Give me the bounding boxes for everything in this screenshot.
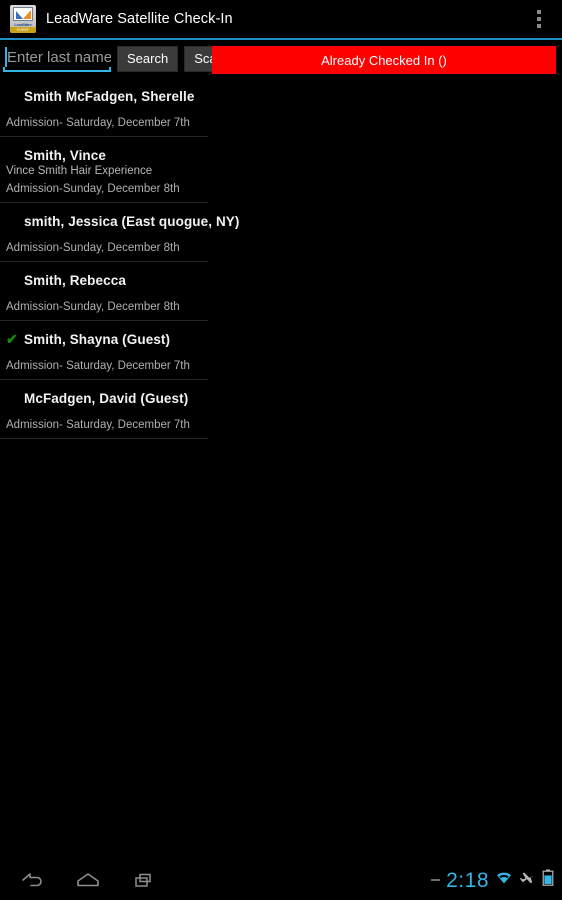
checked-in-icon-placeholder: ✔ (6, 273, 24, 287)
attendee-list-item[interactable]: ✔ Smith, Shayna (Guest) Admission- Saturda… (0, 321, 208, 380)
attendee-name: Smith, Vince (24, 147, 106, 163)
attendee-admission: Admission- Saturday, December 7th (6, 117, 190, 129)
android-system-bar: 2:18 (0, 860, 562, 900)
home-icon[interactable] (60, 860, 116, 900)
input-underline-right-tick (109, 67, 111, 72)
text-caret (5, 47, 7, 67)
attendee-list-item[interactable]: ✔Smith, VinceVince Smith Hair Experience… (0, 137, 208, 203)
search-button[interactable]: Search (117, 46, 179, 72)
app-title-bar: LeadWare EVENT SOFTWARE LeadWare Satelli… (0, 0, 562, 38)
attendee-admission: Admission- Saturday, December 7th (6, 419, 190, 431)
attendee-company: Vince Smith Hair Experience (6, 165, 153, 177)
overflow-menu-icon[interactable] (516, 0, 562, 38)
battery-icon (542, 869, 554, 891)
overflow-dot (537, 24, 541, 28)
status-clock: 2:18 (446, 868, 489, 892)
no-signal-icon (431, 879, 441, 881)
attendee-list: ✔Smith McFadgen, SherelleAdmission- Satu… (0, 78, 239, 439)
checked-in-icon: ✔ (6, 331, 18, 347)
already-checked-in-button[interactable]: Already Checked In () (212, 46, 556, 74)
status-icons: 2:18 (431, 860, 554, 900)
attendee-admission: Admission-Sunday, December 8th (6, 242, 180, 254)
attendee-list-item[interactable]: ✔smith, Jessica (East quogue, NY) Admissi… (0, 203, 239, 262)
search-input-wrapper[interactable] (3, 44, 111, 74)
overflow-dot (537, 10, 541, 14)
back-arrow-icon[interactable] (4, 860, 60, 900)
attendee-header: ✔smith, Jessica (East quogue, NY) (0, 212, 239, 230)
attendee-header: ✔McFadgen, David (Guest) (0, 389, 208, 407)
attendee-name: Smith, Shayna (Guest) (24, 331, 171, 347)
attendee-name: Smith McFadgen, Sherelle (24, 88, 195, 104)
checked-in-icon-placeholder: ✔ (6, 214, 24, 228)
attendee-admission: Admission-Sunday, December 8th (6, 301, 180, 313)
attendee-header: ✔ Smith, Shayna (Guest) (0, 330, 208, 348)
attendee-list-item[interactable]: ✔Smith, Rebecca Admission-Sunday, Decembe… (0, 262, 208, 321)
attendee-admission: Admission- Saturday, December 7th (6, 360, 190, 372)
attendee-header: ✔Smith, Vince (0, 146, 208, 164)
search-input[interactable] (3, 44, 111, 70)
checked-in-icon-placeholder: ✔ (6, 148, 24, 162)
attendee-list-item[interactable]: ✔McFadgen, David (Guest) Admission- Satur… (0, 380, 208, 439)
logo-ribbon-text: EVENT SOFTWARE (10, 27, 36, 33)
attendee-name: McFadgen, David (Guest) (24, 390, 189, 406)
app-title: LeadWare Satellite Check-In (46, 11, 233, 27)
attendee-name: Smith, Rebecca (24, 272, 126, 288)
checked-in-icon-placeholder: ✔ (6, 391, 24, 405)
app-logo-icon: LeadWare EVENT SOFTWARE (10, 5, 36, 33)
attendee-name: smith, Jessica (East quogue, NY) (24, 213, 240, 229)
input-underline-left-tick (3, 67, 5, 72)
attendee-list-item[interactable]: ✔Smith McFadgen, Sherelle Admission- Satu… (0, 78, 208, 137)
airplane-mode-icon (519, 870, 536, 891)
wifi-icon (495, 870, 513, 891)
attendee-header: ✔Smith, Rebecca (0, 271, 208, 289)
input-underline (3, 70, 111, 72)
recent-apps-icon[interactable] (116, 860, 172, 900)
attendee-admission: Admission-Sunday, December 8th (6, 183, 180, 195)
checked-in-icon-placeholder: ✔ (6, 89, 24, 103)
attendee-header: ✔Smith McFadgen, Sherelle (0, 87, 208, 105)
title-accent-divider (0, 38, 562, 40)
logo-screen-shape (13, 7, 33, 21)
overflow-dot (537, 17, 541, 21)
